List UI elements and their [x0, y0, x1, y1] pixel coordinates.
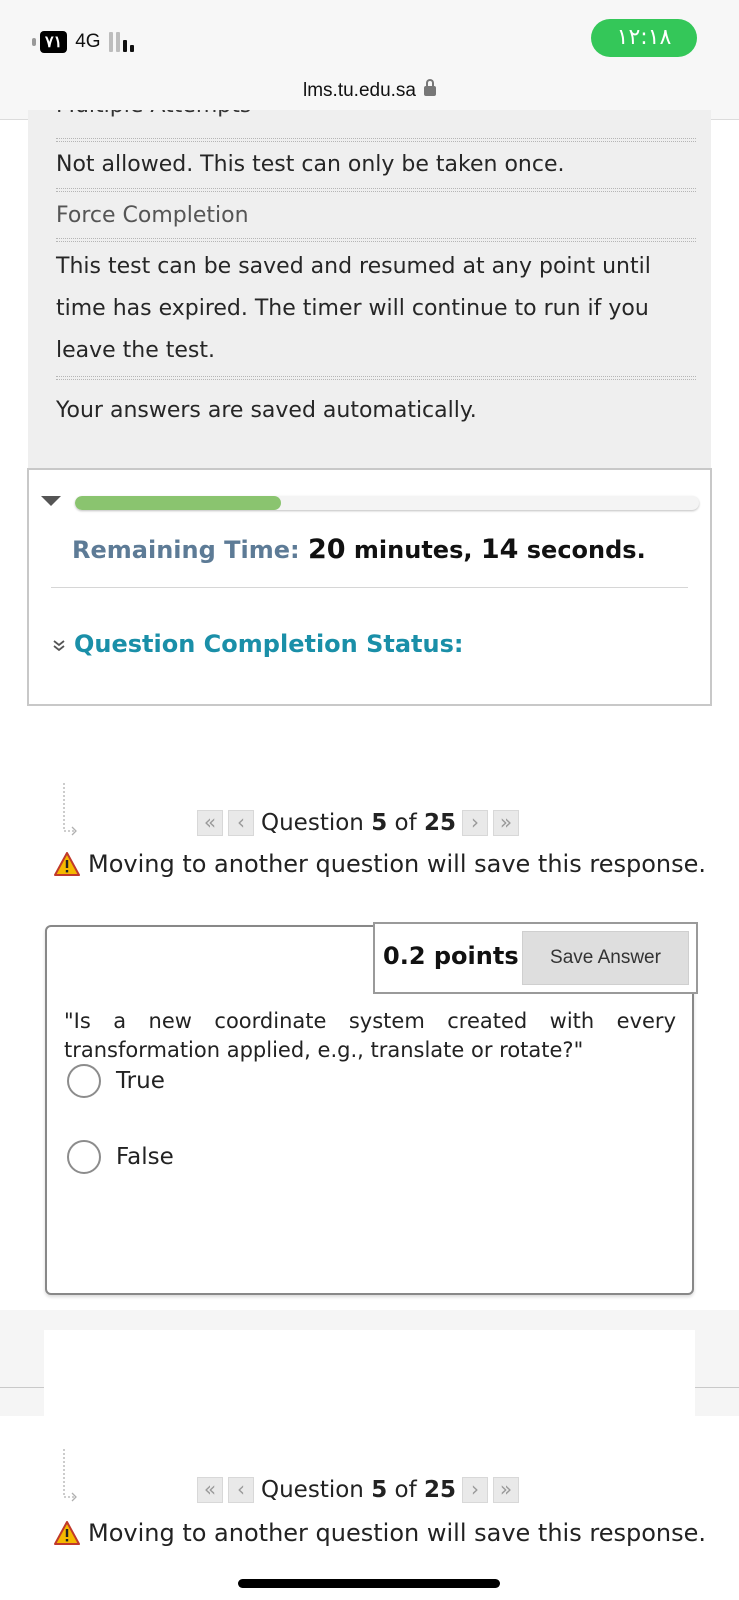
signal-strength-icon [108, 32, 134, 52]
question-word: Question [261, 1477, 364, 1503]
warning-icon [54, 1521, 80, 1545]
current-question-number: 5 [371, 1477, 388, 1503]
time-progress-bar [75, 496, 699, 510]
radio-button-true[interactable] [67, 1064, 101, 1098]
current-question-number: 5 [371, 810, 388, 836]
total-questions: 25 [424, 810, 457, 836]
remaining-time: Remaining Time: 20 minutes, 14 seconds. [72, 534, 646, 565]
collapse-timer-icon[interactable] [41, 496, 61, 506]
first-question-button[interactable]: « [197, 1477, 223, 1503]
total-questions: 25 [424, 1477, 457, 1503]
warning-text: Moving to another question will save thi… [88, 1519, 706, 1547]
of-word: of [394, 1477, 417, 1503]
answer-option-false[interactable]: False [67, 1140, 174, 1174]
question-text: "Is a new coordinate system created with… [64, 1009, 676, 1062]
force-completion-line-3: leave the test. [56, 338, 216, 363]
radio-button-false[interactable] [67, 1140, 101, 1174]
remaining-seconds: 14 [480, 534, 519, 565]
force-completion-line-1: This test can be saved and resumed at an… [56, 254, 651, 279]
save-warning-top: Moving to another question will save thi… [54, 850, 706, 878]
option-label-false[interactable]: False [116, 1144, 174, 1170]
test-instructions-panel: Multiple Attempts Not allowed. This test… [28, 110, 711, 468]
next-question-button[interactable]: › [462, 1477, 489, 1503]
answer-option-true[interactable]: True [67, 1064, 165, 1098]
question-word: Question [261, 810, 364, 836]
carrier-info: ٧١ 4G [32, 31, 134, 53]
remaining-minutes: 20 [307, 534, 346, 565]
last-question-button[interactable]: » [493, 810, 520, 836]
time-progress-fill [75, 496, 281, 510]
hook-arrow-icon [63, 783, 77, 836]
divider [695, 1387, 739, 1388]
section-spacer [44, 1330, 695, 1420]
warning-icon [54, 852, 80, 876]
question-navigation-top: « ‹ Question 5 of 25 › » [197, 809, 524, 837]
previous-question-button[interactable]: ‹ [228, 810, 254, 836]
status-bar: ٧١ 4G ١٢:١٨ [0, 0, 739, 72]
timer-panel: Remaining Time: 20 minutes, 14 seconds. … [27, 468, 712, 706]
question-completion-status-toggle[interactable]: Question Completion Status: [74, 630, 464, 658]
url-text: lms.tu.edu.sa [303, 80, 416, 101]
divider [51, 587, 688, 588]
first-question-button[interactable]: « [197, 810, 223, 836]
last-question-button[interactable]: » [493, 1477, 520, 1503]
clock-pill[interactable]: ١٢:١٨ [591, 19, 697, 57]
divider [56, 138, 696, 142]
question-points: 0.2 points [383, 942, 519, 970]
next-question-button[interactable]: › [462, 810, 489, 836]
previous-question-button[interactable]: ‹ [228, 1477, 254, 1503]
force-completion-line-2: time has expired. The timer will continu… [56, 296, 649, 321]
lock-icon [424, 79, 436, 96]
force-completion-label: Force Completion [56, 203, 249, 228]
save-warning-bottom: Moving to another question will save thi… [54, 1519, 706, 1547]
warning-text: Moving to another question will save thi… [88, 850, 706, 878]
points-header: 0.2 points Save Answer [373, 922, 698, 994]
of-word: of [394, 810, 417, 836]
question-navigation-bottom: « ‹ Question 5 of 25 › » [197, 1476, 524, 1504]
divider [0, 1387, 44, 1388]
attempts-value: Not allowed. This test can only be taken… [56, 152, 565, 177]
hook-arrow-icon [63, 1449, 77, 1502]
network-type: 4G [75, 31, 101, 52]
divider [56, 188, 696, 192]
remaining-time-label: Remaining Time: [72, 536, 300, 564]
question-position: Question 5 of 25 [261, 810, 456, 836]
minutes-unit: minutes, [353, 536, 473, 564]
seconds-unit: seconds. [526, 536, 646, 564]
question-position: Question 5 of 25 [261, 1477, 456, 1503]
autosave-note: Your answers are saved automatically. [56, 398, 477, 423]
sim-indicator-icon [32, 38, 36, 46]
save-answer-button[interactable]: Save Answer [522, 931, 689, 985]
divider [56, 376, 696, 380]
home-indicator[interactable] [238, 1579, 500, 1588]
sim-badge: ٧١ [40, 31, 68, 53]
option-label-true[interactable]: True [116, 1068, 165, 1094]
multiple-attempts-label: Multiple Attempts [56, 110, 251, 118]
double-chevron-down-icon[interactable] [53, 640, 65, 655]
divider [56, 238, 696, 242]
